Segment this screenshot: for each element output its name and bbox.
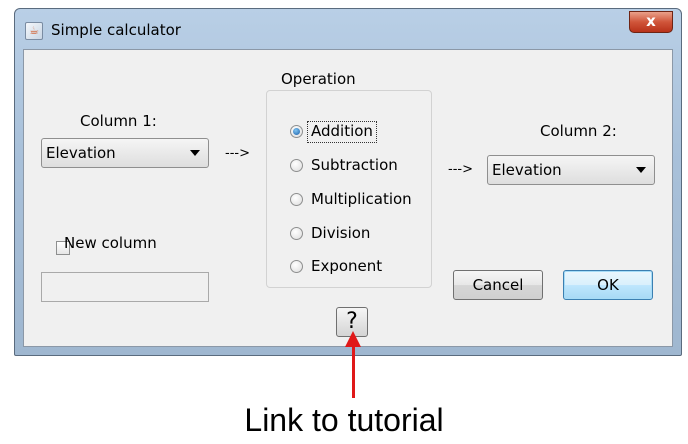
radio-subtraction[interactable] bbox=[290, 159, 303, 172]
option-exponent-label[interactable]: Exponent bbox=[311, 257, 382, 275]
column1-label: Column 1: bbox=[80, 112, 157, 130]
option-division-label[interactable]: Division bbox=[311, 224, 370, 242]
cancel-button[interactable]: Cancel bbox=[453, 270, 543, 300]
column2-label: Column 2: bbox=[540, 122, 617, 140]
calculator-window: ☕ Simple calculator x Column 1: Elevatio… bbox=[14, 8, 682, 356]
column1-dropdown[interactable]: Elevation bbox=[41, 138, 209, 168]
operation-group-label: Operation bbox=[276, 70, 361, 88]
radio-division[interactable] bbox=[290, 227, 303, 240]
column1-selected-value: Elevation bbox=[46, 144, 116, 162]
option-multiplication-label[interactable]: Multiplication bbox=[311, 190, 412, 208]
ok-button[interactable]: OK bbox=[563, 270, 653, 300]
annotation-caption: Link to tutorial bbox=[244, 402, 444, 438]
java-app-icon: ☕ bbox=[25, 22, 43, 40]
dialog-body: Column 1: Elevation ---> New column Oper… bbox=[23, 49, 673, 347]
right-arrow-label: ---> bbox=[448, 162, 473, 177]
column2-dropdown[interactable]: Elevation bbox=[487, 155, 655, 185]
column2-selected-value: Elevation bbox=[492, 161, 562, 179]
left-arrow-label: ---> bbox=[225, 146, 250, 161]
radio-addition[interactable] bbox=[290, 125, 303, 138]
title-bar[interactable]: ☕ Simple calculator x bbox=[15, 9, 681, 49]
chevron-down-icon bbox=[190, 150, 200, 156]
annotation-arrow-line bbox=[352, 344, 355, 398]
new-column-label[interactable]: New column bbox=[64, 234, 157, 252]
option-addition-label[interactable]: Addition bbox=[311, 122, 373, 140]
close-button[interactable]: x bbox=[629, 11, 673, 33]
radio-multiplication[interactable] bbox=[290, 193, 303, 206]
option-subtraction-label[interactable]: Subtraction bbox=[311, 156, 398, 174]
chevron-down-icon bbox=[636, 167, 646, 173]
window-title: Simple calculator bbox=[51, 21, 181, 39]
radio-exponent[interactable] bbox=[290, 260, 303, 273]
new-column-name-input[interactable] bbox=[41, 272, 209, 302]
